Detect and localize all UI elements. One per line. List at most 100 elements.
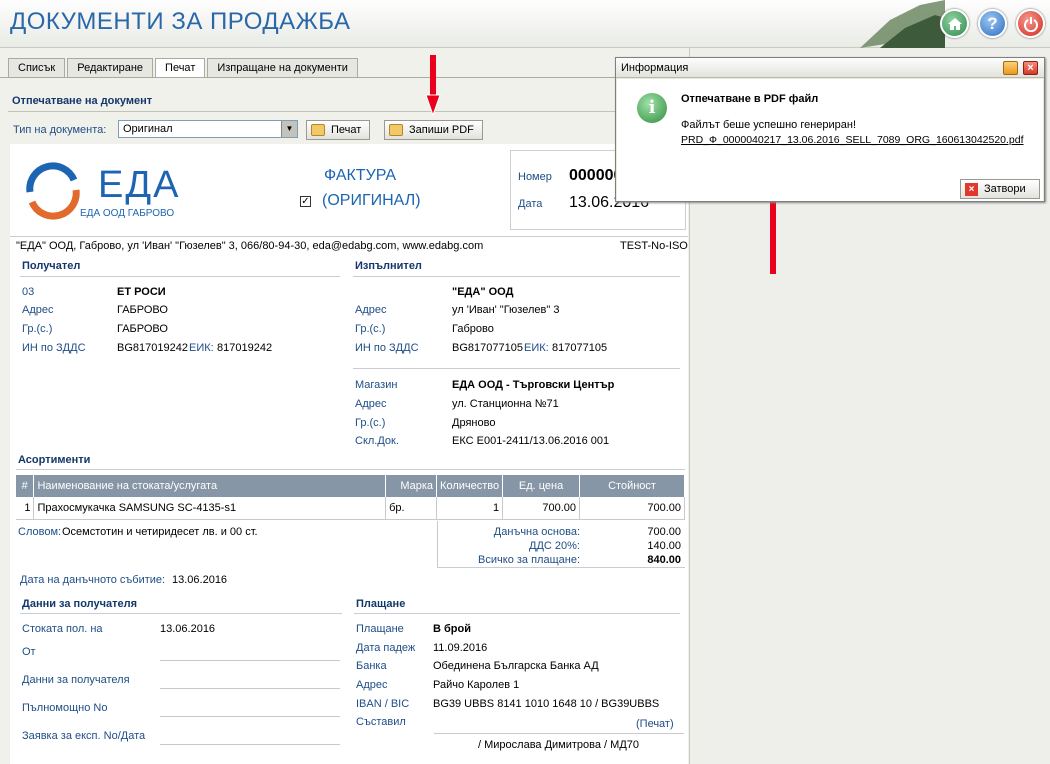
home-icon: [947, 17, 962, 30]
print-button[interactable]: Печат: [306, 120, 371, 140]
recipient-title: Получател: [22, 260, 81, 272]
bank-label: Банка: [356, 660, 387, 672]
doc-type-label: Тип на документа:: [13, 124, 107, 136]
vat-value: 140.00: [647, 540, 681, 552]
recipient-data-label: Данни за получателя: [22, 674, 130, 686]
supplier-name: "ЕДА" ООД: [452, 286, 514, 298]
info-dialog: Информация × i Отпечатване в PDF файл Фа…: [615, 57, 1045, 202]
help-button[interactable]: ?: [978, 9, 1007, 38]
company-line: "ЕДА" ООД, Габрово, ул 'Иван' "Гюзелев" …: [16, 240, 484, 252]
recipient-address-label: Адрес: [22, 304, 54, 316]
recipient-city-label: Гр.(с.): [22, 323, 53, 335]
bank-address-label: Адрес: [356, 679, 388, 691]
payment-title: Плащане: [356, 598, 406, 610]
due-date: 11.09.2016: [433, 642, 488, 654]
table-header-row: # Наименование на стоката/услугата Марка…: [16, 475, 685, 497]
col-header: Количество: [436, 475, 504, 497]
help-icon: ?: [987, 13, 998, 33]
items-table: # Наименование на стоката/услугата Марка…: [16, 475, 685, 520]
tax-base-label: Данъчна основа:: [493, 526, 580, 538]
save-pdf-button[interactable]: Запиши PDF: [384, 120, 483, 140]
annotation-arrow-down-icon: [425, 55, 441, 117]
home-button[interactable]: [940, 9, 969, 38]
dialog-message: Файлът беше успешно генериран!: [681, 119, 857, 131]
shop-city-label: Гр.(с.): [355, 417, 386, 429]
payment-method: В брой: [433, 623, 471, 635]
supplier-vat-label: ИН по ЗДДС: [355, 342, 419, 354]
tax-base-value: 700.00: [647, 526, 681, 538]
supplier-city: Габрово: [452, 323, 494, 335]
power-of-attorney-label: Пълномощно No: [22, 702, 108, 714]
close-icon[interactable]: ×: [1023, 61, 1038, 75]
iban-value: BG39 UBBS 8141 1010 1648 10 / BG39UBBS: [433, 698, 660, 710]
shop-city: Дряново: [452, 417, 496, 429]
recipient-code: 03: [22, 286, 35, 298]
from-label: От: [22, 646, 36, 658]
tab-print[interactable]: Печат: [155, 58, 206, 78]
doc-type-select[interactable]: Оригинал ▼: [118, 120, 298, 138]
original-checkbox[interactable]: ✓: [300, 196, 311, 207]
app-header: ДОКУМЕНТИ ЗА ПРОДАЖБА ?: [0, 0, 1050, 48]
compiler-name: / Мирослава Димитрова / МД70: [478, 739, 640, 751]
exit-button[interactable]: [1016, 9, 1045, 38]
order-label: Заявка за експ. No/Дата: [22, 730, 146, 742]
invoice-preview: ЕДА ЕДА ООД ГАБРОВО ФАКТУРА ✓ (ОРИГИНАЛ)…: [10, 144, 688, 764]
bird-logo-icon: [860, 0, 945, 48]
col-header: Наименование на стоката/услугата: [33, 475, 387, 497]
iso-tag: TEST-No-ISO: [620, 240, 688, 252]
supplier-title: Изпълнител: [355, 260, 422, 272]
supplier-address: ул 'Иван' "Гюзелев" 3: [452, 304, 560, 316]
doc-title: ФАКТУРА: [324, 167, 397, 184]
number-label: Номер: [518, 171, 552, 183]
dialog-body: i Отпечатване в PDF файл Файлът беше усп…: [617, 79, 1043, 201]
cell-unit: бр.: [385, 497, 438, 520]
tab-send-documents[interactable]: Изпращане на документи: [207, 58, 358, 77]
col-header: Стойност: [579, 475, 685, 497]
printer-icon: [389, 124, 403, 136]
chevron-down-icon[interactable]: ▼: [281, 121, 297, 137]
doc-subtitle: (ОРИГИНАЛ): [322, 192, 421, 209]
supplier-vat: BG817077105: [452, 342, 523, 354]
tab-bar: Списък Редактиране Печат Изпращане на до…: [8, 58, 358, 78]
close-icon: ×: [965, 182, 978, 196]
shop-name: ЕДА ООД - Търговски Център: [452, 379, 615, 391]
close-button[interactable]: × Затвори: [960, 179, 1040, 199]
tab-edit[interactable]: Редактиране: [67, 58, 154, 77]
cell-num: 1: [16, 497, 35, 520]
minimize-button[interactable]: [1003, 61, 1018, 75]
recipient-name: ЕТ РОСИ: [117, 286, 166, 298]
col-header: Ед. цена: [502, 475, 581, 497]
received-label: Стоката пол. на: [22, 623, 103, 635]
close-button-label: Затвори: [984, 183, 1026, 195]
logo-subtitle: ЕДА ООД ГАБРОВО: [80, 208, 175, 219]
due-date-label: Дата падеж: [356, 642, 416, 654]
save-pdf-button-label: Запиши PDF: [409, 124, 474, 136]
recipient-vat-label: ИН по ЗДДС: [22, 342, 86, 354]
iban-label: IBAN / BIC: [356, 698, 410, 710]
section-divider: [8, 111, 683, 112]
supplier-address-label: Адрес: [355, 304, 387, 316]
recipient-eik: 817019242: [217, 342, 273, 354]
logo-text: ЕДА: [98, 164, 181, 206]
payment-label: Плащане: [356, 623, 404, 635]
tab-list[interactable]: Списък: [8, 58, 66, 77]
tax-event-date: 13.06.2016: [172, 574, 228, 586]
col-header: #: [16, 475, 35, 497]
print-link[interactable]: (Печат): [636, 718, 674, 730]
col-header: Марка: [385, 475, 438, 497]
supplier-eik: 817077105: [552, 342, 608, 354]
cell-name: Прахосмукачка SAMSUNG SC-4135-s1: [33, 497, 387, 520]
tax-event-label: Дата на данъчното събитие:: [20, 574, 166, 586]
recipient-data-title: Данни за получателя: [22, 598, 138, 610]
recipient-city: ГАБРОВО: [117, 323, 168, 335]
warehouse-doc: ЕКС Е001-2411/13.06.2016 001: [452, 435, 610, 447]
shop-address-label: Адрес: [355, 398, 387, 410]
pdf-file-link[interactable]: PRD_Ф_0000040217_13.06.2016_SELL_7089_OR…: [681, 134, 1024, 146]
shop-address: ул. Станционна №71: [452, 398, 559, 410]
words-label: Словом:: [18, 526, 62, 538]
items-title: Асортименти: [18, 454, 91, 466]
company-logo-icon: [26, 162, 80, 220]
recipient-address: ГАБРОВО: [117, 304, 168, 316]
app-title: ДОКУМЕНТИ ЗА ПРОДАЖБА: [10, 8, 351, 35]
recipient-eik-label: ЕИК:: [189, 342, 214, 354]
